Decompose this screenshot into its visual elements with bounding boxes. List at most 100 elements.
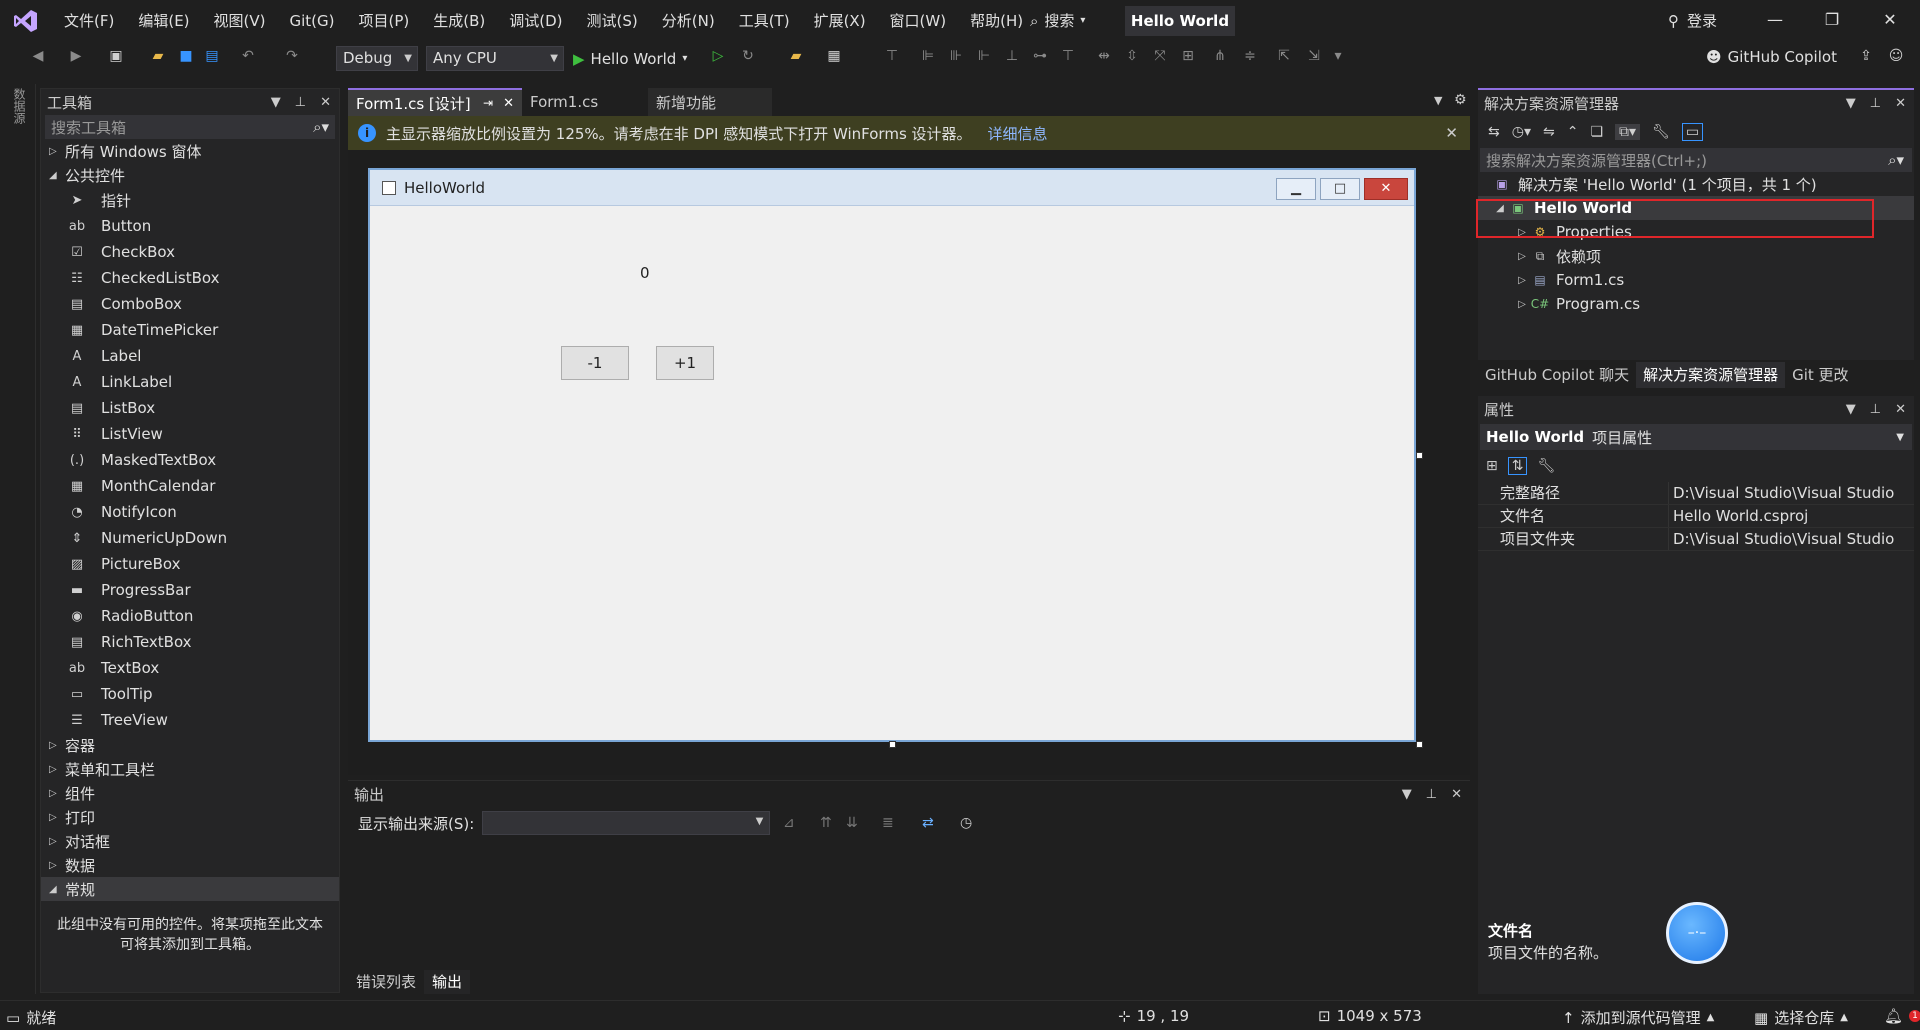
toolbox-category[interactable]: ▷ 组件 [41,781,339,805]
previous-message-icon[interactable]: ⇈ [820,815,832,831]
tab-form1-designer[interactable]: Form1.cs [设计] ⇥ ✕ [348,88,522,116]
feedback-icon[interactable]: ☺ [1886,48,1906,68]
properties-object-select[interactable]: Hello World 项目属性 ▼ [1480,424,1912,450]
filter-icon[interactable]: ⧉▾ [1615,124,1641,140]
close-icon[interactable]: ✕ [1451,787,1462,802]
categorized-icon[interactable]: ⊞ [1486,458,1498,474]
make-same-height-icon[interactable]: ⇳ [1122,48,1142,68]
alphabetical-icon[interactable]: ⇅ [1507,457,1528,475]
align-grid-icon[interactable]: ⊤ [882,48,902,68]
menu-analyze[interactable]: 分析(N) [650,10,727,32]
toolbox-item-tooltip[interactable]: ▭ ToolTip [41,681,339,707]
close-icon[interactable]: ✕ [1895,96,1906,111]
tab-whats-new[interactable]: 新增功能 [648,88,772,116]
toolbox-item-picturebox[interactable]: ▨ PictureBox [41,551,339,577]
form-preview[interactable]: HelloWorld ▁ □ ✕ 0 -1 +1 [368,168,1416,742]
toolbox-item-monthcalendar[interactable]: ▦ MonthCalendar [41,473,339,499]
toolbox-search-input[interactable]: 搜索工具箱 ⌕▾ [45,115,335,139]
make-same-size-icon[interactable]: ⤧ [1150,48,1170,68]
find-message-icon[interactable]: ⊿ [783,815,795,831]
timestamp-icon[interactable]: ◷ [960,815,972,831]
hot-reload-icon[interactable]: ↻ [738,48,758,68]
close-icon[interactable]: ✕ [1445,124,1458,142]
start-without-debugging-icon[interactable]: ▷ [708,48,728,68]
pin-icon[interactable]: ⊥ [1426,787,1437,802]
dropdown-icon[interactable]: ▼ [1846,402,1856,417]
dropdown-icon[interactable]: ▼ [271,95,281,110]
toolbox-item-checkedlistbox[interactable]: ☷ CheckedListBox [41,265,339,291]
menu-help[interactable]: 帮助(H) [958,10,1035,32]
close-icon[interactable]: ✕ [320,95,331,110]
center-vertically-icon[interactable]: ⇲ [1304,48,1324,68]
pin-icon[interactable]: ⇥ [483,96,493,110]
share-icon[interactable]: ⇪ [1856,48,1876,68]
open-folder-icon[interactable]: ▰ [148,48,168,68]
add-to-source-control-button[interactable]: ↑ 添加到源代码管理 ▲ [1562,1007,1714,1028]
toolbox-item-treeview[interactable]: ☰ TreeView [41,707,339,733]
menu-test[interactable]: 测试(S) [575,10,650,32]
collapse-all-icon[interactable]: ⌃ [1567,124,1579,140]
close-icon[interactable]: ✕ [1878,10,1902,32]
toolbox-category[interactable]: ▷ 容器 [41,733,339,757]
toolbox-category[interactable]: ▷ 打印 [41,805,339,829]
make-same-width-icon[interactable]: ⇹ [1094,48,1114,68]
align-tops-icon[interactable]: ⊥ [1002,48,1022,68]
tree-dependencies-node[interactable]: ▷ ⧉ 依赖项 [1478,244,1914,268]
pin-icon[interactable]: ⊥ [1870,96,1881,111]
github-copilot-button[interactable]: ☻ GitHub Copilot [1706,48,1837,66]
dropdown-icon[interactable]: ▼ [1846,96,1856,111]
tab-error-list[interactable]: 错误列表 [348,970,424,994]
tab-solution-explorer[interactable]: 解决方案资源管理器 [1636,362,1786,388]
toolbox-item-combobox[interactable]: ▤ ComboBox [41,291,339,317]
toolbox-item-checkbox[interactable]: ☑ CheckBox [41,239,339,265]
toolbox-category[interactable]: ▷ 菜单和工具栏 [41,757,339,781]
align-rights-icon[interactable]: ⊩ [974,48,994,68]
toolbox-category-general[interactable]: ◢ 常规 [41,877,339,901]
solution-search-input[interactable]: 搜索解决方案资源管理器(Ctrl+;) ⌕▾ [1480,148,1912,172]
toolbox-category-common-controls[interactable]: ◢ 公共控件 [41,163,339,187]
back-icon[interactable]: ◀ [28,48,48,68]
align-lefts-icon[interactable]: ⊫ [918,48,938,68]
property-row[interactable]: 完整路径 D:\Visual Studio\Visual Studio [1478,482,1914,505]
forward-icon[interactable]: ▶ [66,48,86,68]
tab-list-dropdown-icon[interactable]: ▼ [1434,94,1442,107]
menu-git[interactable]: Git(G) [278,10,347,32]
property-row[interactable]: 文件名 Hello World.csproj [1478,505,1914,528]
align-centers-icon[interactable]: ⊪ [946,48,966,68]
toolbox-item-指针[interactable]: ➤ 指针 [41,187,339,213]
toolbox-item-label[interactable]: A Label [41,343,339,369]
minimize-icon[interactable]: — [1763,10,1787,32]
restore-icon[interactable]: ❐ [1820,10,1844,32]
toolbox-category[interactable]: ▷ 数据 [41,853,339,877]
start-debugging-button[interactable]: ▶ Hello World ▾ [573,46,687,71]
browse-folder-icon[interactable]: ▰ [786,48,806,68]
solution-config-select[interactable]: Debug ▼ [336,46,418,71]
toolbox-item-listbox[interactable]: ▤ ListBox [41,395,339,421]
tree-solution-node[interactable]: ▣ 解决方案 'Hello World' (1 个项目，共 1 个) [1478,172,1914,196]
menu-file[interactable]: 文件(F) [52,10,126,32]
sync-active-document-icon[interactable]: ⇋ [1543,124,1555,140]
menu-build[interactable]: 生成(B) [421,10,497,32]
toolbox-item-textbox[interactable]: ab TextBox [41,655,339,681]
floating-assistant-icon[interactable]: –·– [1666,902,1728,964]
close-icon[interactable]: ✕ [503,96,514,111]
properties-wrench-icon[interactable]: 🔧︎ [1652,124,1670,140]
settings-gear-icon[interactable]: ⚙ [1454,92,1467,108]
menu-view[interactable]: 视图(V) [202,10,278,32]
select-repository-button[interactable]: ▦ 选择仓库 ▲ [1754,1007,1848,1028]
clear-all-icon[interactable]: ≣ [882,815,894,831]
property-row[interactable]: 项目文件夹 D:\Visual Studio\Visual Studio [1478,528,1914,551]
resize-handle-corner[interactable] [1416,741,1423,748]
toolbox-item-radiobutton[interactable]: ◉ RadioButton [41,603,339,629]
toolbox-item-progressbar[interactable]: ▬ ProgressBar [41,577,339,603]
solution-platform-select[interactable]: Any CPU ▼ [426,46,564,71]
vertical-spacing-icon[interactable]: ≑ [1240,48,1260,68]
resize-handle-right[interactable] [1416,452,1423,459]
output-source-select[interactable]: ▼ [482,811,771,835]
undo-icon[interactable]: ↶ [238,48,258,68]
tab-github-copilot-chat[interactable]: GitHub Copilot 聊天 [1478,362,1636,388]
tree-program-node[interactable]: ▷ C# Program.cs [1478,292,1914,316]
size-to-grid-icon[interactable]: ⊞ [1178,48,1198,68]
new-item-icon[interactable]: ▣ [106,48,126,68]
toolbox-item-datetimepicker[interactable]: ▦ DateTimePicker [41,317,339,343]
